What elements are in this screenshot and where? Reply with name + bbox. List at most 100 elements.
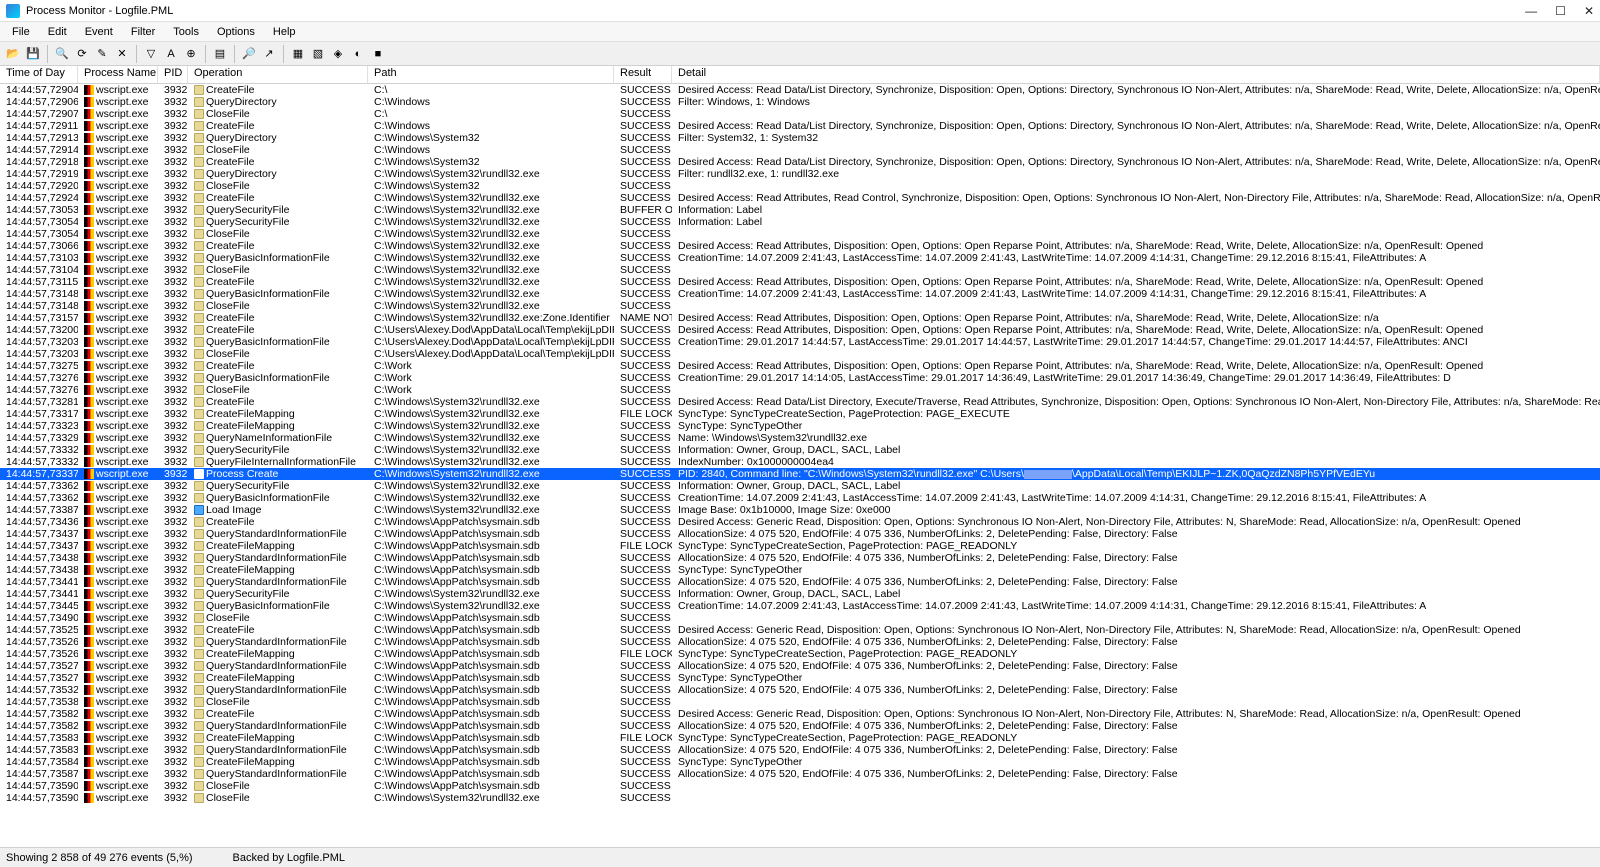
profiling-icon[interactable]: ■: [369, 45, 387, 63]
maximize-button[interactable]: ☐: [1555, 4, 1566, 18]
close-button[interactable]: ✕: [1584, 4, 1594, 18]
event-row[interactable]: 14:44:57,7359003wscript.exe3932CloseFile…: [0, 792, 1600, 804]
event-row[interactable]: 14:44:57,7333279wscript.exe3932QueryFile…: [0, 456, 1600, 468]
net-activity-icon[interactable]: ◈: [329, 45, 347, 63]
capture-icon[interactable]: 🔍: [53, 45, 71, 63]
jump-icon[interactable]: ↗: [260, 45, 278, 63]
event-row[interactable]: 14:44:57,7344580wscript.exe3932QueryBasi…: [0, 600, 1600, 612]
event-row[interactable]: 14:44:57,7291919wscript.exe3932QueryDire…: [0, 168, 1600, 180]
event-row[interactable]: 14:44:57,7343688wscript.exe3932CreateFil…: [0, 516, 1600, 528]
proc-activity-icon[interactable]: ◐: [349, 45, 367, 63]
event-row[interactable]: 14:44:57,7320308wscript.exe3932QueryBasi…: [0, 336, 1600, 348]
event-row[interactable]: 14:44:57,7290784wscript.exe3932CloseFile…: [0, 108, 1600, 120]
column-header-result[interactable]: Result: [614, 66, 672, 83]
event-row[interactable]: 14:44:57,7333770wscript.exe3932Process C…: [0, 468, 1600, 480]
reg-activity-icon[interactable]: ▦: [289, 45, 307, 63]
event-row[interactable]: 14:44:57,7327503wscript.exe3932CreateFil…: [0, 360, 1600, 372]
event-row[interactable]: 14:44:57,7349040wscript.exe3932CloseFile…: [0, 612, 1600, 624]
tree-icon[interactable]: ▤: [211, 45, 229, 63]
open-icon[interactable]: 📂: [4, 45, 22, 63]
event-row[interactable]: 14:44:57,7310405wscript.exe3932CloseFile…: [0, 264, 1600, 276]
column-header-pid[interactable]: PID: [158, 66, 188, 83]
event-row[interactable]: 14:44:57,7291800wscript.exe3932CreateFil…: [0, 156, 1600, 168]
event-row[interactable]: 14:44:57,7359003wscript.exe3932CloseFile…: [0, 780, 1600, 792]
event-row[interactable]: 14:44:57,7328184wscript.exe3932CreateFil…: [0, 396, 1600, 408]
event-row[interactable]: 14:44:57,7332300wscript.exe3932CreateFil…: [0, 420, 1600, 432]
event-row[interactable]: 14:44:57,7292497wscript.exe3932CreateFil…: [0, 192, 1600, 204]
cell-process: wscript.exe: [78, 792, 158, 804]
event-row[interactable]: 14:44:57,7291417wscript.exe3932CloseFile…: [0, 144, 1600, 156]
column-header-time-of-day[interactable]: Time of Day: [0, 66, 78, 83]
event-rows[interactable]: 14:44:57,7290493wscript.exe3932CreateFil…: [0, 84, 1600, 847]
column-header-path[interactable]: Path: [368, 66, 614, 83]
event-row[interactable]: 14:44:57,7343730wscript.exe3932QueryStan…: [0, 528, 1600, 540]
event-row[interactable]: 14:44:57,7311560wscript.exe3932CreateFil…: [0, 276, 1600, 288]
event-row[interactable]: 14:44:57,7333233wscript.exe3932QuerySecu…: [0, 444, 1600, 456]
event-row[interactable]: 14:44:57,7292010wscript.exe3932CloseFile…: [0, 180, 1600, 192]
menu-help[interactable]: Help: [265, 24, 304, 40]
menu-file[interactable]: File: [4, 24, 38, 40]
file-activity-icon[interactable]: ▧: [309, 45, 327, 63]
event-row[interactable]: 14:44:57,7338797wscript.exe3932Load Imag…: [0, 504, 1600, 516]
event-row[interactable]: 14:44:57,7327662wscript.exe3932CloseFile…: [0, 384, 1600, 396]
event-row[interactable]: 14:44:57,7305484wscript.exe3932CloseFile…: [0, 228, 1600, 240]
cell-pid: 3932: [158, 372, 188, 384]
filter-icon[interactable]: ✕: [113, 45, 131, 63]
event-row[interactable]: 14:44:57,7305443wscript.exe3932QuerySecu…: [0, 216, 1600, 228]
save-icon[interactable]: 💾: [24, 45, 42, 63]
minimize-button[interactable]: —: [1525, 4, 1537, 18]
event-row[interactable]: 14:44:57,7352780wscript.exe3932CreateFil…: [0, 672, 1600, 684]
event-row[interactable]: 14:44:57,7352588wscript.exe3932CreateFil…: [0, 624, 1600, 636]
event-row[interactable]: 14:44:57,7358292wscript.exe3932QueryStan…: [0, 720, 1600, 732]
event-row[interactable]: 14:44:57,7358321wscript.exe3932CreateFil…: [0, 732, 1600, 744]
menu-options[interactable]: Options: [209, 24, 263, 40]
event-row[interactable]: 14:44:57,7327638wscript.exe3932QueryBasi…: [0, 372, 1600, 384]
event-row[interactable]: 14:44:57,7358426wscript.exe3932CreateFil…: [0, 756, 1600, 768]
event-row[interactable]: 14:44:57,7336233wscript.exe3932QuerySecu…: [0, 480, 1600, 492]
event-row[interactable]: 14:44:57,7305374wscript.exe3932QuerySecu…: [0, 204, 1600, 216]
event-row[interactable]: 14:44:57,7358257wscript.exe3932CreateFil…: [0, 708, 1600, 720]
event-row[interactable]: 14:44:57,7320037wscript.exe3932CreateFil…: [0, 324, 1600, 336]
find-icon[interactable]: 🔎: [240, 45, 258, 63]
menu-edit[interactable]: Edit: [40, 24, 75, 40]
event-row[interactable]: 14:44:57,7353270wscript.exe3932QueryStan…: [0, 684, 1600, 696]
funnel-icon[interactable]: ▽: [142, 45, 160, 63]
column-header-process-name[interactable]: Process Name: [78, 66, 158, 83]
target-icon[interactable]: ⊕: [182, 45, 200, 63]
event-row[interactable]: 14:44:57,7310371wscript.exe3932QueryBasi…: [0, 252, 1600, 264]
event-row[interactable]: 14:44:57,7291329wscript.exe3932QueryDire…: [0, 132, 1600, 144]
column-header-detail[interactable]: Detail: [672, 66, 1600, 83]
event-row[interactable]: 14:44:57,7358759wscript.exe3932QueryStan…: [0, 768, 1600, 780]
event-row[interactable]: 14:44:57,7343894wscript.exe3932CreateFil…: [0, 564, 1600, 576]
event-row[interactable]: 14:44:57,7353865wscript.exe3932CloseFile…: [0, 696, 1600, 708]
cell-operation: QuerySecurityFile: [188, 204, 368, 216]
menu-event[interactable]: Event: [77, 24, 121, 40]
menu-tools[interactable]: Tools: [165, 24, 207, 40]
event-row[interactable]: 14:44:57,7314854wscript.exe3932QueryBasi…: [0, 288, 1600, 300]
highlight-icon[interactable]: A: [162, 45, 180, 63]
event-row[interactable]: 14:44:57,7343765wscript.exe3932CreateFil…: [0, 540, 1600, 552]
event-row[interactable]: 14:44:57,7291197wscript.exe3932CreateFil…: [0, 120, 1600, 132]
event-row[interactable]: 14:44:57,7352712wscript.exe3932QueryStan…: [0, 660, 1600, 672]
event-row[interactable]: 14:44:57,7306600wscript.exe3932CreateFil…: [0, 240, 1600, 252]
event-row[interactable]: 14:44:57,7352663wscript.exe3932CreateFil…: [0, 648, 1600, 660]
event-row[interactable]: 14:44:57,7315700wscript.exe3932CreateFil…: [0, 312, 1600, 324]
column-header-operation[interactable]: Operation: [188, 66, 368, 83]
event-row[interactable]: 14:44:57,7343819wscript.exe3932QueryStan…: [0, 552, 1600, 564]
event-row[interactable]: 14:44:57,7320333wscript.exe3932CloseFile…: [0, 348, 1600, 360]
event-row[interactable]: 14:44:57,7290493wscript.exe3932CreateFil…: [0, 84, 1600, 96]
event-row[interactable]: 14:44:57,7314884wscript.exe3932CloseFile…: [0, 300, 1600, 312]
operation-icon: [194, 613, 204, 623]
event-row[interactable]: 14:44:57,7352628wscript.exe3932QueryStan…: [0, 636, 1600, 648]
autoscroll-icon[interactable]: ⟳: [73, 45, 91, 63]
event-row[interactable]: 14:44:57,7332997wscript.exe3932QueryName…: [0, 432, 1600, 444]
event-row[interactable]: 14:44:57,7290669wscript.exe3932QueryDire…: [0, 96, 1600, 108]
cell-operation: CreateFileMapping: [188, 540, 368, 552]
event-row[interactable]: 14:44:57,7358366wscript.exe3932QueryStan…: [0, 744, 1600, 756]
menu-filter[interactable]: Filter: [123, 24, 163, 40]
event-row[interactable]: 14:44:57,7344114wscript.exe3932QueryStan…: [0, 576, 1600, 588]
event-row[interactable]: 14:44:57,7336297wscript.exe3932QueryBasi…: [0, 492, 1600, 504]
clear-icon[interactable]: ✎: [93, 45, 111, 63]
event-row[interactable]: 14:44:57,7344168wscript.exe3932QuerySecu…: [0, 588, 1600, 600]
event-row[interactable]: 14:44:57,7331729wscript.exe3932CreateFil…: [0, 408, 1600, 420]
